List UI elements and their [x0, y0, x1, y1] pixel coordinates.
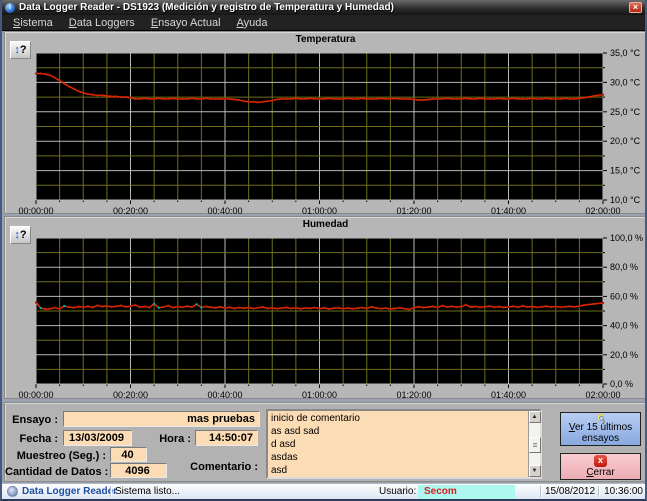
menu-ayuda[interactable]: Ayuda [230, 16, 275, 30]
svg-text:15,0 °C: 15,0 °C [610, 166, 641, 176]
svg-text:01:00:00: 01:00:00 [302, 390, 337, 400]
svg-text:00:00:00: 00:00:00 [18, 390, 53, 400]
statusbar-time: 10:36:00 [601, 486, 643, 497]
svg-text:60,0 %: 60,0 % [610, 291, 638, 301]
svg-text:80,0 %: 80,0 % [610, 262, 638, 272]
cerrar-button[interactable]: x Cerrar [560, 453, 641, 480]
hora-field[interactable]: 14:50:07 [195, 430, 258, 446]
ver-ensayos-button[interactable]: Ver 15 últimos ensayos [560, 412, 641, 446]
statusbar-status: Sistema listo... [115, 486, 180, 497]
muestreo-field[interactable]: 40 [110, 447, 147, 462]
cantidad-datos-label: Cantidad de Datos : [5, 466, 106, 478]
svg-text:01:40:00: 01:40:00 [491, 206, 526, 216]
svg-text:0,0 %: 0,0 % [610, 379, 633, 389]
note-magnifier-icon [589, 414, 613, 422]
svg-text:00:20:00: 00:20:00 [113, 206, 148, 216]
app-icon: i [5, 3, 15, 13]
comentario-textarea[interactable]: inicio de comentario as asd sad d asd as… [268, 411, 528, 477]
svg-text:00:40:00: 00:40:00 [207, 390, 242, 400]
scrollbar-thumb[interactable] [529, 437, 541, 453]
svg-text:100,0 %: 100,0 % [610, 233, 643, 243]
statusbar-separator [540, 486, 541, 497]
statusbar-separator [598, 486, 599, 497]
close-icon[interactable]: × [629, 2, 642, 13]
red-x-icon: x [594, 455, 607, 467]
svg-text:01:20:00: 01:20:00 [396, 206, 431, 216]
comment-scrollbar[interactable]: ▲ ▼ [528, 411, 540, 477]
comentario-label: Comentario : [165, 461, 258, 473]
cantidad-datos-field[interactable]: 4096 [110, 463, 167, 478]
svg-text:01:20:00: 01:20:00 [396, 390, 431, 400]
info-panel: Ensayo : mas pruebas Fecha : 13/03/2009 … [4, 402, 647, 482]
svg-text:25,0 °C: 25,0 °C [610, 107, 641, 117]
statusbar-date: 15/08/2012 [545, 486, 595, 497]
usuario-label: Usuario: [379, 486, 416, 497]
window-title: Data Logger Reader - DS1923 (Medición y … [19, 2, 629, 13]
menubar: Sistema Data Loggers Ensayo Actual Ayuda [2, 15, 645, 31]
usuario-value-box: Secom [418, 485, 515, 499]
comentario-box: inicio de comentario as asd sad d asd as… [266, 409, 542, 479]
temperatura-chart-panel: Temperatura ↕? 00:00:0000:20:0000:40:000… [4, 31, 647, 214]
svg-text:01:40:00: 01:40:00 [491, 390, 526, 400]
fecha-label: Fecha : [5, 433, 58, 445]
scrollbar-track[interactable] [529, 423, 541, 465]
svg-text:20,0 %: 20,0 % [610, 350, 638, 360]
status-gear-icon [7, 486, 18, 497]
svg-text:02:00:00: 02:00:00 [585, 206, 620, 216]
temperatura-plot: 00:00:00 00:20:00 00:40:00 01:00:00 01:20:00… [5, 32, 647, 215]
svg-text:40,0 %: 40,0 % [610, 321, 638, 331]
hora-label: Hora : [135, 433, 191, 445]
muestreo-label: Muestreo (Seg.) : [5, 450, 106, 462]
statusbar-separator [110, 486, 111, 497]
svg-text:35,0 °C: 35,0 °C [610, 48, 641, 58]
svg-text:01:00:00: 01:00:00 [302, 206, 337, 216]
svg-text:00:40:00: 00:40:00 [207, 206, 242, 216]
menu-ensayo-actual[interactable]: Ensayo Actual [144, 16, 228, 30]
cerrar-label: Cerrar [586, 467, 614, 478]
svg-text:30,0 °C: 30,0 °C [610, 77, 641, 87]
ver-ensayos-label: Ver 15 últimos ensayos [562, 422, 639, 444]
menu-sistema[interactable]: Sistema [6, 16, 60, 30]
app-window: i Data Logger Reader - DS1923 (Medición … [0, 0, 647, 501]
titlebar: i Data Logger Reader - DS1923 (Medición … [2, 0, 645, 15]
svg-text:00:00:00: 00:00:00 [18, 206, 53, 216]
svg-text:02:00:00: 02:00:00 [585, 390, 620, 400]
usuario-value: Secom [424, 486, 457, 497]
ensayo-field[interactable]: mas pruebas [63, 411, 260, 427]
svg-text:20,0 °C: 20,0 °C [610, 136, 641, 146]
svg-text:00:20:00: 00:20:00 [113, 390, 148, 400]
ensayo-label: Ensayo : [5, 414, 58, 426]
scroll-up-icon[interactable]: ▲ [529, 411, 541, 423]
fecha-field[interactable]: 13/03/2009 [63, 430, 132, 446]
statusbar: Data Logger Reader Sistema listo... Usua… [2, 483, 645, 499]
statusbar-app-name: Data Logger Reader [22, 486, 117, 497]
svg-text:10,0 °C: 10,0 °C [610, 195, 641, 205]
humedad-chart-panel: Humedad ↕? 00:00:0000:20:0000:40:0001:00… [4, 216, 647, 399]
humedad-plot: 00:00:00 00:20:00 00:40:00 01:00:00 01:20:00… [5, 217, 647, 400]
scroll-down-icon[interactable]: ▼ [529, 465, 541, 477]
menu-data-loggers[interactable]: Data Loggers [62, 16, 142, 30]
